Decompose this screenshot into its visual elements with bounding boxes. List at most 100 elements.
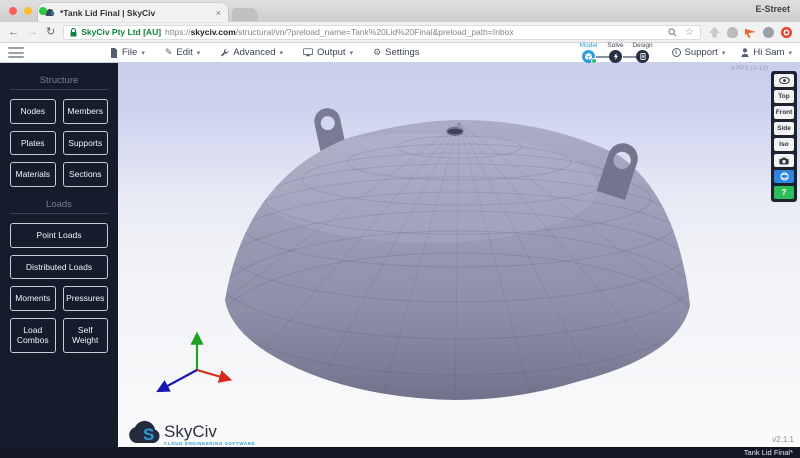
model-cube-icon: [582, 50, 595, 63]
axis-z-blue: [160, 370, 197, 390]
camera-icon: [779, 157, 789, 165]
share-extension-icon[interactable]: [709, 27, 720, 38]
menu-edit-label: Edit: [176, 47, 192, 58]
pointer-extension-icon[interactable]: [745, 27, 756, 38]
browser-titlebar: S *Tank Lid Final | SkyCiv × E-Street: [0, 0, 800, 22]
user-label: Hi Sam: [753, 47, 784, 58]
camera-extension-icon[interactable]: [763, 27, 774, 38]
browser-profile-name[interactable]: E-Street: [755, 4, 790, 14]
chevron-down-icon: ▾: [350, 49, 354, 57]
nodes-button[interactable]: Nodes: [10, 99, 56, 124]
point-loads-button[interactable]: Point Loads: [10, 223, 108, 248]
new-tab-button[interactable]: [232, 8, 258, 21]
minimize-window-button[interactable]: [24, 7, 32, 15]
view-iso-button[interactable]: Iso: [774, 138, 794, 151]
materials-button[interactable]: Materials: [10, 162, 56, 187]
wrench-icon: [220, 48, 229, 57]
skyciv-logo: S SkyCiv CLOUD ENGINEERING SOFTWARE: [128, 420, 255, 446]
menu-output-label: Output: [317, 47, 346, 58]
url-field[interactable]: SkyCiv Pty Ltd [AU] https://skyciv.com/s…: [63, 25, 701, 40]
stepper-connector: [623, 56, 636, 58]
url-domain: skyciv.com: [191, 27, 236, 37]
skyciv-cloud-icon: S: [128, 420, 162, 446]
menu-file[interactable]: File ▾: [110, 47, 145, 58]
model-viewport[interactable]: 4 FPS (0-12) Top Front Side Iso ?: [118, 63, 800, 447]
menu-file-label: File: [122, 47, 137, 58]
help-button[interactable]: ?: [774, 186, 794, 199]
distributed-loads-button[interactable]: Distributed Loads: [10, 255, 108, 280]
browser-tab[interactable]: S *Tank Lid Final | SkyCiv ×: [38, 3, 228, 22]
step-solve-label: Solve: [607, 42, 623, 49]
url-text[interactable]: https://skyciv.com/structural/vn/?preloa…: [165, 27, 664, 37]
load-combos-button[interactable]: Load Combos: [10, 318, 56, 353]
axis-triad: [160, 336, 228, 390]
menubar-right: Model Solve Design: [576, 42, 792, 63]
record-extension-icon[interactable]: [781, 27, 792, 38]
orbit-globe-icon: [780, 172, 789, 181]
sidebar-toggle-icon[interactable]: [8, 47, 24, 58]
menu-edit[interactable]: ✎ Edit ▾: [165, 47, 200, 58]
app-menubar: File ▾ ✎ Edit ▾ Advanced ▾ Output ▾ ⚙ Settin…: [0, 43, 800, 63]
step-design[interactable]: Design: [630, 42, 656, 63]
eye-icon: [779, 77, 790, 84]
help-question-icon: ?: [782, 188, 787, 197]
pencil-icon: ✎: [165, 47, 173, 58]
bookmark-star-icon[interactable]: ☆: [685, 27, 694, 38]
support-menu[interactable]: i Support ▾: [672, 47, 726, 58]
workflow-stepper: Model Solve Design: [576, 42, 656, 63]
moments-button[interactable]: Moments: [10, 286, 56, 311]
reload-icon[interactable]: ↻: [46, 27, 55, 38]
structure-buttons: Nodes Members Plates Supports Materials …: [0, 99, 118, 187]
support-label: Support: [685, 47, 718, 58]
security-label[interactable]: SkyCiv Pty Ltd [AU]: [81, 27, 161, 37]
back-icon[interactable]: ←: [8, 27, 19, 38]
app-version: v2.1.1: [772, 435, 794, 444]
sections-button[interactable]: Sections: [63, 162, 109, 187]
tank-lid-3d-model[interactable]: [118, 63, 800, 447]
step-design-label: Design: [632, 42, 652, 49]
padlock-icon: [70, 28, 77, 37]
step-solve[interactable]: Solve: [603, 42, 629, 63]
url-protocol: https://: [165, 27, 191, 37]
cloud-extension-icon[interactable]: [727, 27, 738, 38]
info-icon: i: [672, 48, 681, 57]
pressures-button[interactable]: Pressures: [63, 286, 109, 311]
menu-advanced-label: Advanced: [233, 47, 275, 58]
solve-bolt-icon: [609, 50, 622, 63]
gear-icon: ⚙: [373, 47, 381, 58]
window-controls[interactable]: [9, 7, 47, 15]
logo-tagline: CLOUD ENGINEERING SOFTWARE: [164, 441, 255, 446]
supports-button[interactable]: Supports: [63, 131, 109, 156]
browser-addressbar: ← → ↻ SkyCiv Pty Ltd [AU] https://skyciv…: [0, 22, 800, 43]
orbit-mode-button[interactable]: [774, 170, 794, 183]
chevron-down-icon: ▾: [197, 49, 201, 57]
user-menu[interactable]: Hi Sam ▾: [741, 47, 792, 58]
close-window-button[interactable]: [9, 7, 17, 15]
tab-close-icon[interactable]: ×: [216, 8, 221, 18]
chevron-down-icon: ▾: [788, 49, 792, 57]
plates-button[interactable]: Plates: [10, 131, 56, 156]
self-weight-button[interactable]: Self Weight: [63, 318, 109, 353]
menu-settings[interactable]: ⚙ Settings: [373, 47, 419, 58]
step-model[interactable]: Model: [576, 42, 602, 63]
view-toolbar: Top Front Side Iso ?: [771, 71, 797, 202]
search-icon[interactable]: [668, 28, 677, 37]
view-side-button[interactable]: Side: [774, 122, 794, 135]
forward-icon[interactable]: →: [27, 27, 38, 38]
app-menus: File ▾ ✎ Edit ▾ Advanced ▾ Output ▾ ⚙ Settin…: [110, 47, 420, 58]
tab-title: *Tank Lid Final | SkyCiv: [60, 8, 211, 18]
members-button[interactable]: Members: [63, 99, 109, 124]
chevron-down-icon: ▾: [141, 49, 145, 57]
file-icon: [110, 48, 118, 58]
chevron-down-icon: ▾: [722, 49, 726, 57]
view-top-button[interactable]: Top: [774, 90, 794, 103]
menu-advanced[interactable]: Advanced ▾: [220, 47, 283, 58]
step-model-label: Model: [580, 42, 598, 49]
menu-settings-label: Settings: [385, 47, 419, 58]
view-front-button[interactable]: Front: [774, 106, 794, 119]
zoom-window-button[interactable]: [39, 7, 47, 15]
chevron-down-icon: ▾: [280, 49, 284, 57]
screenshot-button[interactable]: [774, 154, 794, 167]
menu-output[interactable]: Output ▾: [303, 47, 353, 58]
visibility-button[interactable]: [774, 74, 794, 87]
